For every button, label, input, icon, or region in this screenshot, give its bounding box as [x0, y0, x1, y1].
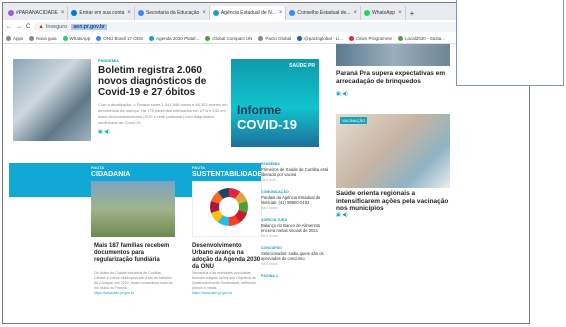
list-item[interactable]: AGRICULTURA Balanço do Banco de Alimento… — [261, 218, 331, 238]
close-icon[interactable]: × — [199, 10, 206, 16]
tab-whatsapp[interactable]: WhatsApp × — [361, 6, 406, 20]
close-icon[interactable]: × — [276, 10, 283, 16]
hero-headline[interactable]: Boletim registra 2.060 novos diagnóstico… — [98, 65, 228, 98]
browser-window: #PARANACIDADE × Entrar em sua conta × Secr… — [2, 2, 530, 324]
story-photo[interactable] — [336, 44, 450, 66]
security-label: Inseguro — [45, 24, 68, 30]
hero-photo[interactable] — [13, 59, 91, 141]
reload-icon[interactable]: C — [26, 24, 30, 30]
tab-educacao[interactable]: Secretaria da Educação × — [135, 6, 210, 20]
sustentabilidade-summary: Secretaria e as entidades vinculadas bus… — [192, 271, 257, 295]
sections-band: PAUTA CIDADANIA PAUTA SUSTENTABILIDADE M… — [9, 163, 264, 318]
cidadania-headline[interactable]: Mais 187 famílias recebem documentos par… — [94, 243, 174, 264]
ods-wheel-icon — [210, 188, 248, 226]
apps-icon — [6, 36, 11, 41]
forward-icon[interactable]: → — [16, 24, 22, 30]
media-icons[interactable]: ▣ ◀) — [98, 129, 228, 135]
tab-agencia[interactable]: Agência Estadual de N... × — [209, 6, 287, 20]
story-headline[interactable]: Paraná Pra supera expectativas em arreca… — [336, 70, 456, 85]
bookmark-icon — [348, 36, 354, 41]
tab-favicon-icon — [71, 10, 78, 16]
sustentabilidade-link[interactable]: https://www.aen.pr.gov.br — [192, 291, 232, 295]
list-item[interactable]: COMUNICAÇÃO Pardais da Agência Estadual … — [261, 190, 331, 210]
tab-paranacidade[interactable]: #PARANACIDADE × — [5, 6, 69, 20]
list-item[interactable]: CONCURSO Selecionados: saiba quem são os… — [261, 246, 331, 266]
address-bar[interactable]: ▲ Inseguro aen.pr.gov.br ⊖ ☆ — [34, 22, 525, 32]
close-icon[interactable]: × — [395, 10, 402, 16]
tab-favicon-icon — [212, 10, 219, 16]
story-headline[interactable]: Saúde orienta regionais a intensificarem… — [336, 190, 456, 213]
tab-favicon-icon — [364, 10, 370, 16]
new-tab-button[interactable]: + — [406, 6, 419, 20]
url-text[interactable]: aen.pr.gov.br — [71, 24, 107, 30]
media-icons[interactable]: ▣ ◀) — [336, 91, 348, 97]
category-tag: VACINAÇÃO — [340, 117, 368, 124]
ods-wheel-image[interactable] — [192, 181, 262, 237]
bookmark-item[interactable]: Cities Programme — [348, 36, 392, 41]
cidadania-link[interactable]: https://www.aen.pr.gov.br — [94, 291, 134, 295]
vaccination-photo[interactable]: VACINAÇÃO — [336, 114, 450, 188]
bookmark-item[interactable]: ONU Brasil 17 ODS — [96, 36, 143, 41]
bookmark-item[interactable]: Nova guia — [29, 36, 57, 41]
bookmark-item[interactable]: @pactoglobal - Li... — [297, 36, 343, 41]
hero-kicker: PANDEMIA — [98, 58, 120, 63]
overlay-window[interactable] — [456, 0, 564, 86]
bookmark-icon — [398, 36, 403, 41]
close-icon[interactable]: × — [124, 10, 131, 16]
list-item[interactable]: PANDEMIA Primeiros de Saúde de Curitiba … — [261, 162, 331, 182]
warning-icon[interactable]: ▲ — [38, 24, 43, 30]
bookmark-icon — [149, 36, 155, 41]
tab-favicon-icon — [137, 10, 144, 16]
informe-line2: COVID-19 — [237, 117, 297, 132]
latest-news-list: PANDEMIA Primeiros de Saúde de Curitiba … — [261, 162, 331, 286]
media-icons[interactable]: ▣ ◀) — [336, 212, 348, 218]
browser-toolbar: ← → C ▲ Inseguro aen.pr.gov.br ⊖ ☆ — [3, 20, 529, 34]
informe-covid-banner[interactable]: SAÚDE PR Informe COVID-19 — [231, 59, 319, 147]
back-icon[interactable]: ← — [6, 24, 12, 30]
bookmark-icon — [258, 36, 264, 41]
cidadania-summary: Os títulos de Cidade Industrial de Curit… — [94, 271, 173, 295]
list-item[interactable]: PÁGINA 2 — [261, 274, 331, 278]
bookmarks-bar: Apps Nova guia WhatsApp ONU Brasil 17 OD… — [3, 34, 529, 44]
tab-favicon-icon — [8, 10, 14, 16]
bookmark-item[interactable]: Pacto Global — [258, 36, 291, 41]
tab-strip: #PARANACIDADE × Entrar em sua conta × Secr… — [3, 3, 529, 20]
bookmark-icon — [29, 36, 35, 41]
page-content: PANDEMIA Boletim registra 2.060 novos di… — [3, 44, 529, 323]
tab-conselho[interactable]: Conselho Estadual de... × — [286, 6, 361, 20]
bookmark-item[interactable]: Apps — [6, 36, 23, 41]
bookmark-item[interactable]: WhatsApp — [62, 36, 90, 41]
bookmark-item[interactable]: Global Compact UN — [205, 36, 252, 41]
bookmark-item[interactable]: Agenda 2030 Plataf... — [149, 36, 199, 41]
bookmark-item[interactable]: Local2030 - Susta... — [398, 36, 445, 41]
bookmark-icon — [297, 36, 303, 41]
sustentabilidade-headline[interactable]: Desenvolvimento Urbano avança na adoção … — [192, 243, 264, 271]
tab-favicon-icon — [289, 10, 296, 16]
close-icon[interactable]: × — [58, 10, 65, 16]
close-icon[interactable]: × — [350, 10, 357, 16]
cidadania-photo[interactable] — [91, 181, 175, 237]
bookmark-icon — [62, 36, 68, 41]
tab-conta[interactable]: Entrar em sua conta × — [68, 6, 135, 20]
bookmark-icon — [205, 36, 211, 41]
hero-summary: Com a atualização, o Paraná soma 1.544.9… — [98, 102, 228, 125]
saude-pr-logo: SAÚDE PR — [289, 63, 315, 69]
bookmark-icon — [96, 36, 102, 41]
informe-line1: Informe — [237, 103, 282, 117]
hero-story: PANDEMIA Boletim registra 2.060 novos di… — [98, 58, 228, 135]
